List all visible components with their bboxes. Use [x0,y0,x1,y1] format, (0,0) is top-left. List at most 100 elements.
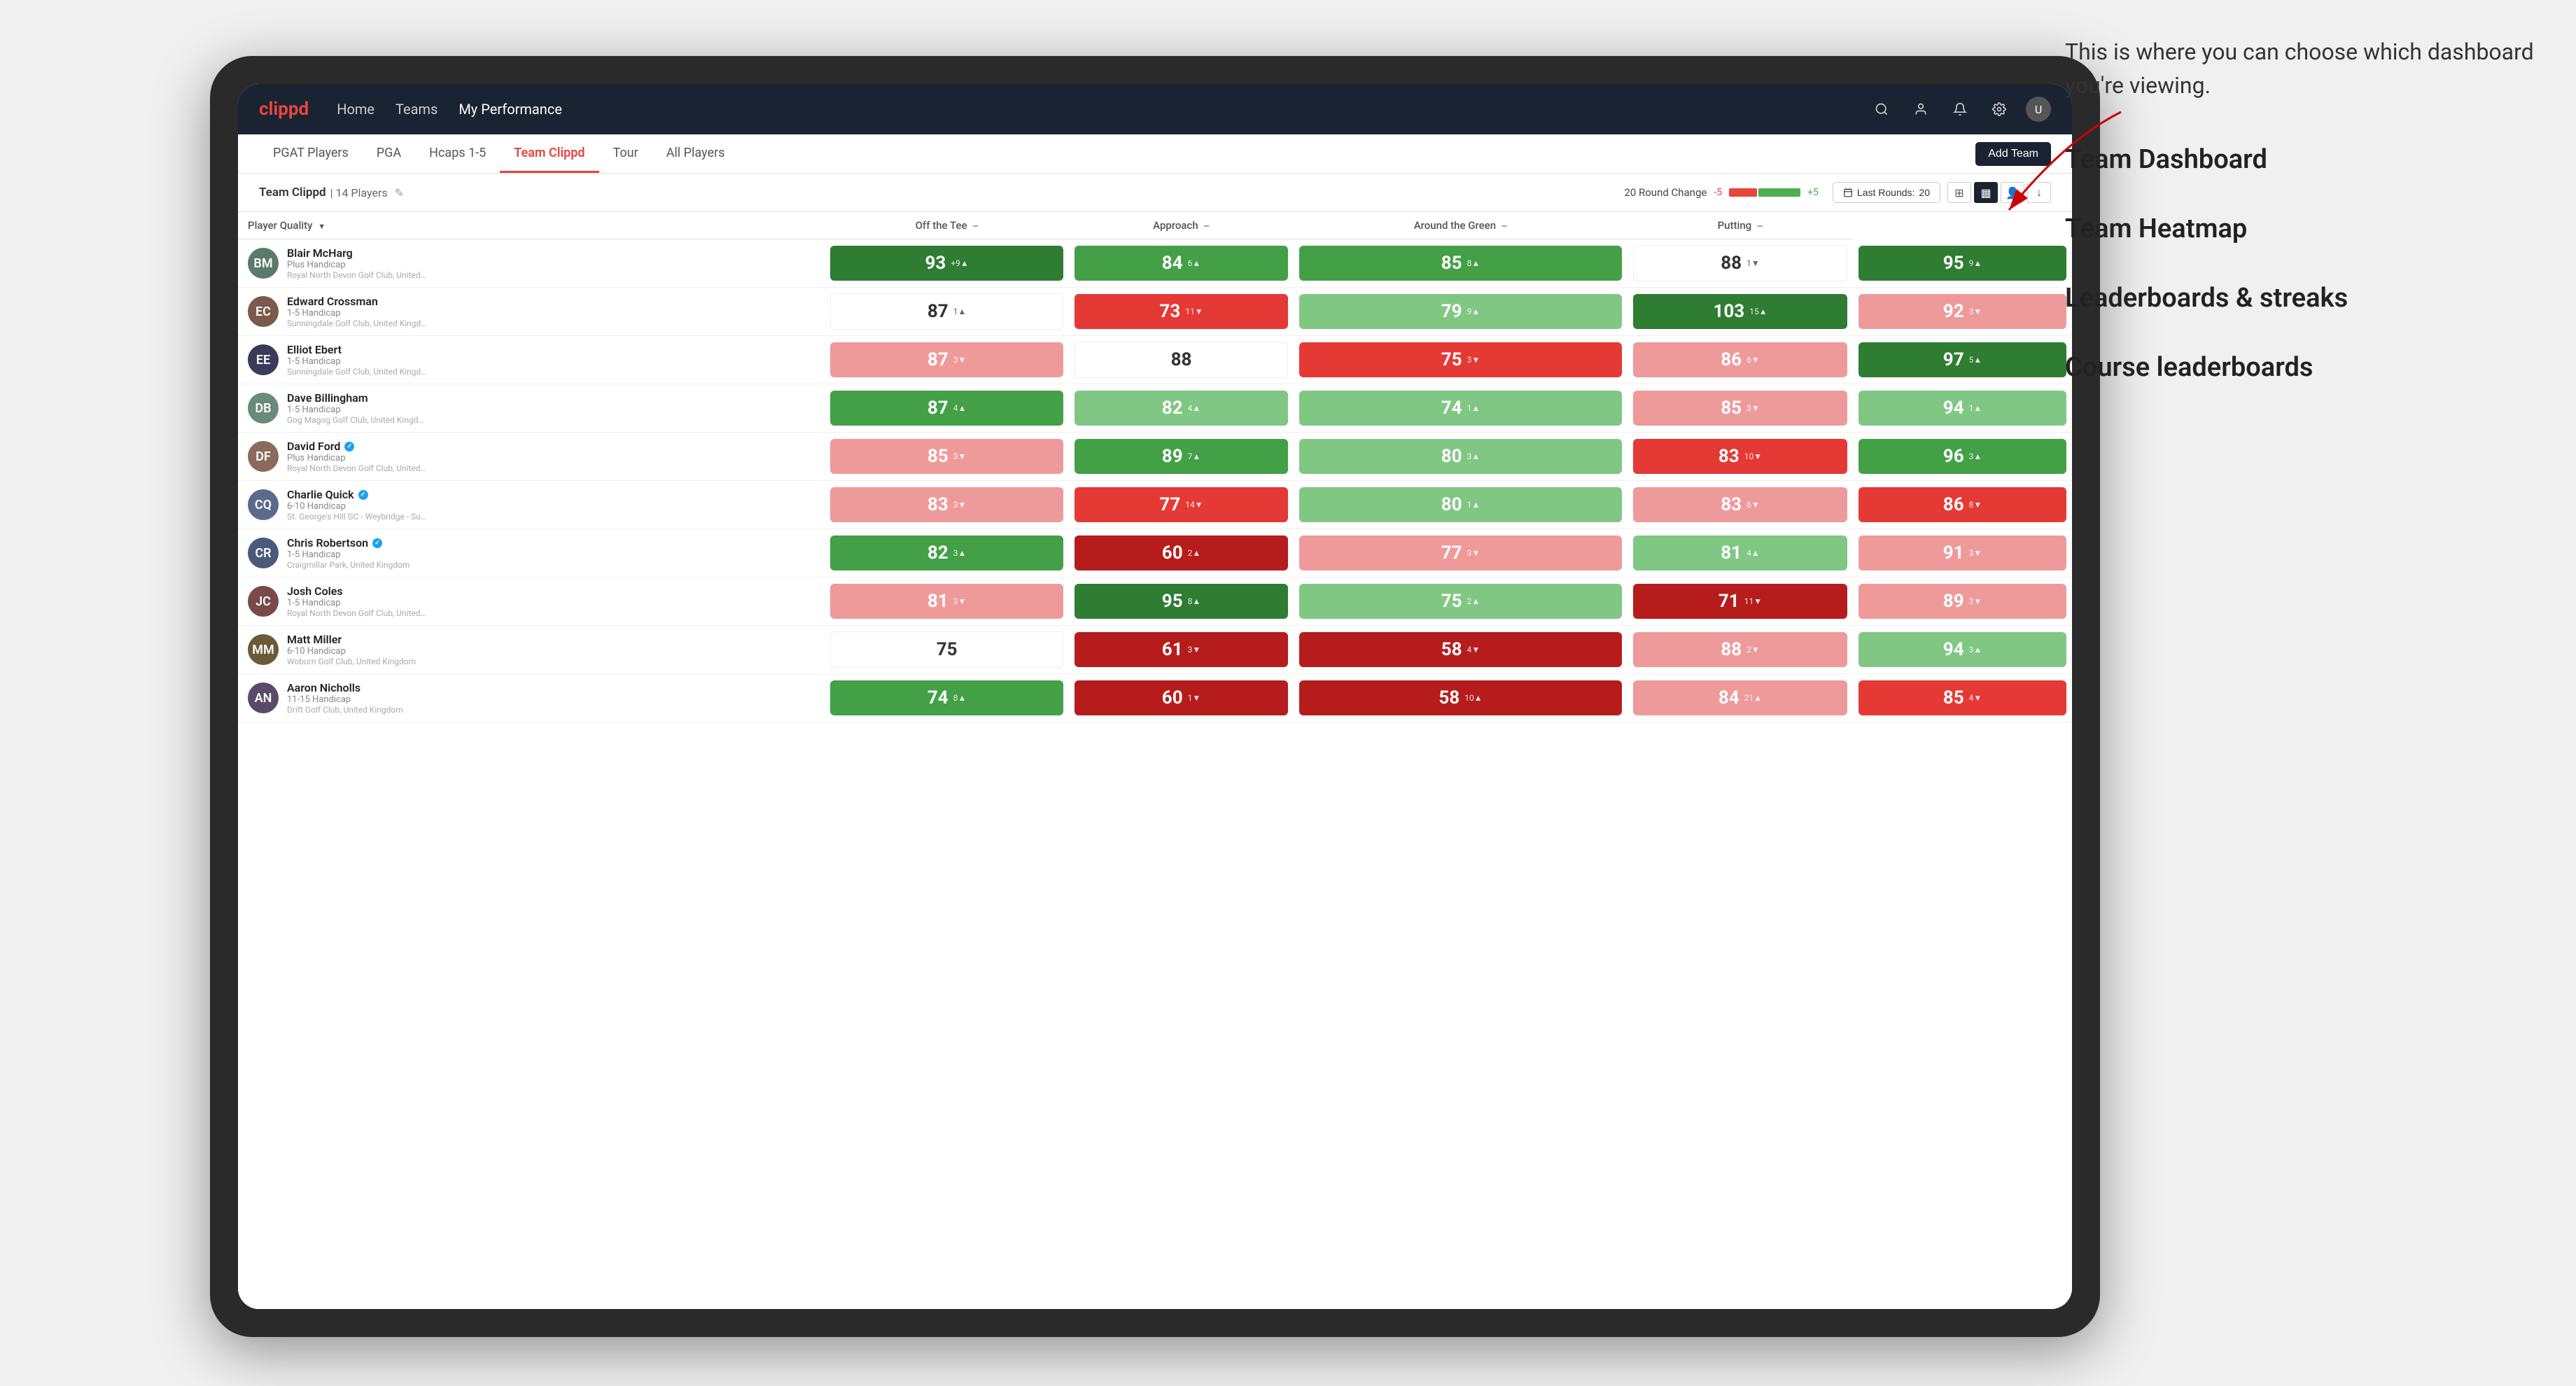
table-row[interactable]: JC Josh Coles 1-5 Handicap Royal North D… [238,578,2072,626]
metric-value: 58 [1438,687,1460,708]
metric-value: 81 [927,591,948,612]
metric-box: 97 5▲ [1858,342,2066,377]
metric-player-quality: 74 8▲ [825,674,1069,722]
tab-tour[interactable]: Tour [599,134,652,173]
player-handicap: 6-10 Handicap [287,646,416,657]
table-row[interactable]: EE Elliot Ebert 1-5 Handicap Sunningdale… [238,336,2072,384]
metric-value: 58 [1441,639,1462,660]
metric-off-tee: 95 8▲ [1069,578,1294,626]
metric-box: 89 7▲ [1074,439,1288,474]
table-row[interactable]: MM Matt Miller 6-10 Handicap Woburn Golf… [238,626,2072,674]
change-positive: +5 [1807,187,1819,198]
player-info: Josh Coles 1-5 Handicap Royal North Devo… [287,584,427,618]
round-change-label: 20 Round Change [1624,186,1707,199]
metric-value: 84 [1162,253,1183,274]
metric-box: 71 11▼ [1633,584,1847,619]
nav-link-my-performance[interactable]: My Performance [458,98,562,120]
metric-putting: 91 3▼ [1853,529,2072,578]
col-header-off-tee[interactable]: Off the Tee — [825,212,1069,239]
table-row[interactable]: DF David Ford✓ Plus Handicap Royal North… [238,433,2072,481]
metric-off-tee: 82 4▲ [1069,384,1294,433]
metric-box: 80 3▲ [1299,439,1622,474]
metric-box: 93 +9▲ [830,246,1063,281]
metric-box: 85 8▲ [1299,246,1622,281]
player-table: Player Quality ▼ Off the Tee — Approach … [238,212,2072,722]
metric-value: 79 [1441,301,1462,322]
verified-badge: ✓ [372,538,382,548]
metric-putting: 95 9▲ [1853,239,2072,288]
metric-box: 87 1▲ [830,293,1063,330]
calendar-icon [1843,188,1853,197]
metric-box: 83 10▼ [1633,439,1847,474]
last-rounds-button[interactable]: Last Rounds: 20 [1833,182,1940,203]
metric-player-quality: 83 3▼ [825,481,1069,529]
metric-around-green: 84 21▲ [1628,674,1853,722]
metric-box: 83 6▼ [1633,487,1847,522]
metric-box: 81 3▼ [830,584,1063,619]
metric-putting: 94 3▲ [1853,626,2072,674]
tab-all-players[interactable]: All Players [652,134,739,173]
player-handicap: 1-5 Handicap [287,550,410,560]
metric-box: 77 3▼ [1299,536,1622,570]
sort-arrow-off-tee: — [972,222,978,231]
col-header-player[interactable]: Player Quality ▼ [238,212,825,239]
player-club: Royal North Devon Golf Club, United King… [287,608,427,618]
metric-value: 73 [1159,301,1180,322]
metric-around-green: 86 6▼ [1628,336,1853,384]
player-club: Gog Magog Golf Club, United Kingdom [287,415,427,425]
table-row[interactable]: CR Chris Robertson✓ 1-5 Handicap Craigmi… [238,529,2072,578]
table-row[interactable]: BM Blair McHarg Plus Handicap Royal Nort… [238,239,2072,288]
metric-value: 74 [927,687,948,708]
metric-box: 94 1▲ [1858,391,2066,426]
metric-box: 79 9▲ [1299,294,1622,329]
metric-box: 60 1▼ [1074,680,1288,715]
metric-off-tee: 89 7▲ [1069,433,1294,481]
metric-box: 74 8▲ [830,680,1063,715]
tab-team-clippd[interactable]: Team Clippd [500,134,598,173]
tab-hcaps[interactable]: Hcaps 1-5 [415,134,500,173]
player-avatar: DB [248,393,279,424]
metric-off-tee: 77 14▼ [1069,481,1294,529]
player-avatar: MM [248,634,279,665]
table-row[interactable]: CQ Charlie Quick✓ 6-10 Handicap St. Geor… [238,481,2072,529]
metric-box: 75 2▲ [1299,584,1622,619]
metric-off-tee: 61 3▼ [1069,626,1294,674]
table-row[interactable]: EC Edward Crossman 1-5 Handicap Sunningd… [238,288,2072,336]
search-icon[interactable] [1869,97,1894,122]
metric-box: 88 1▼ [1633,245,1847,281]
nav-link-home[interactable]: Home [337,98,374,120]
player-info: Aaron Nicholls 11-15 Handicap Drift Golf… [287,681,403,715]
col-header-putting[interactable]: Putting — [1628,212,1853,239]
metric-value: 80 [1441,446,1462,467]
metric-off-tee: 84 6▲ [1069,239,1294,288]
player-cell: EE Elliot Ebert 1-5 Handicap Sunningdale… [238,336,825,384]
metric-value: 75 [1441,349,1462,370]
nav-link-teams[interactable]: Teams [396,98,438,120]
metric-value: 91 [1943,542,1964,564]
player-cell: MM Matt Miller 6-10 Handicap Woburn Golf… [238,626,825,674]
edit-icon[interactable]: ✎ [395,186,404,200]
metric-value: 92 [1943,301,1964,322]
tab-pga[interactable]: PGA [363,134,415,173]
player-cell: BM Blair McHarg Plus Handicap Royal Nort… [238,239,825,288]
player-handicap: 1-5 Handicap [287,356,427,367]
player-club: St. George's Hill GC - Weybridge - Surre… [287,512,427,522]
table-row[interactable]: DB Dave Billingham 1-5 Handicap Gog Mago… [238,384,2072,433]
metric-box: 81 4▲ [1633,536,1847,570]
metric-approach: 75 2▲ [1294,578,1628,626]
metric-box: 82 4▲ [1074,391,1288,426]
metric-box: 91 3▼ [1858,536,2066,570]
metric-value: 87 [927,398,948,419]
metric-box: 84 21▲ [1633,680,1847,715]
app-logo: clippd [259,99,309,120]
metric-around-green: 85 3▼ [1628,384,1853,433]
tab-pgat-players[interactable]: PGAT Players [259,134,363,173]
table-row[interactable]: AN Aaron Nicholls 11-15 Handicap Drift G… [238,674,2072,722]
col-header-around-green[interactable]: Around the Green — [1294,212,1628,239]
metric-box: 83 3▼ [830,487,1063,522]
col-header-approach[interactable]: Approach — [1069,212,1294,239]
player-info: Elliot Ebert 1-5 Handicap Sunningdale Go… [287,343,427,377]
metric-value: 71 [1718,591,1740,612]
player-name: Charlie Quick✓ [287,488,427,501]
metric-value: 94 [1943,639,1964,660]
